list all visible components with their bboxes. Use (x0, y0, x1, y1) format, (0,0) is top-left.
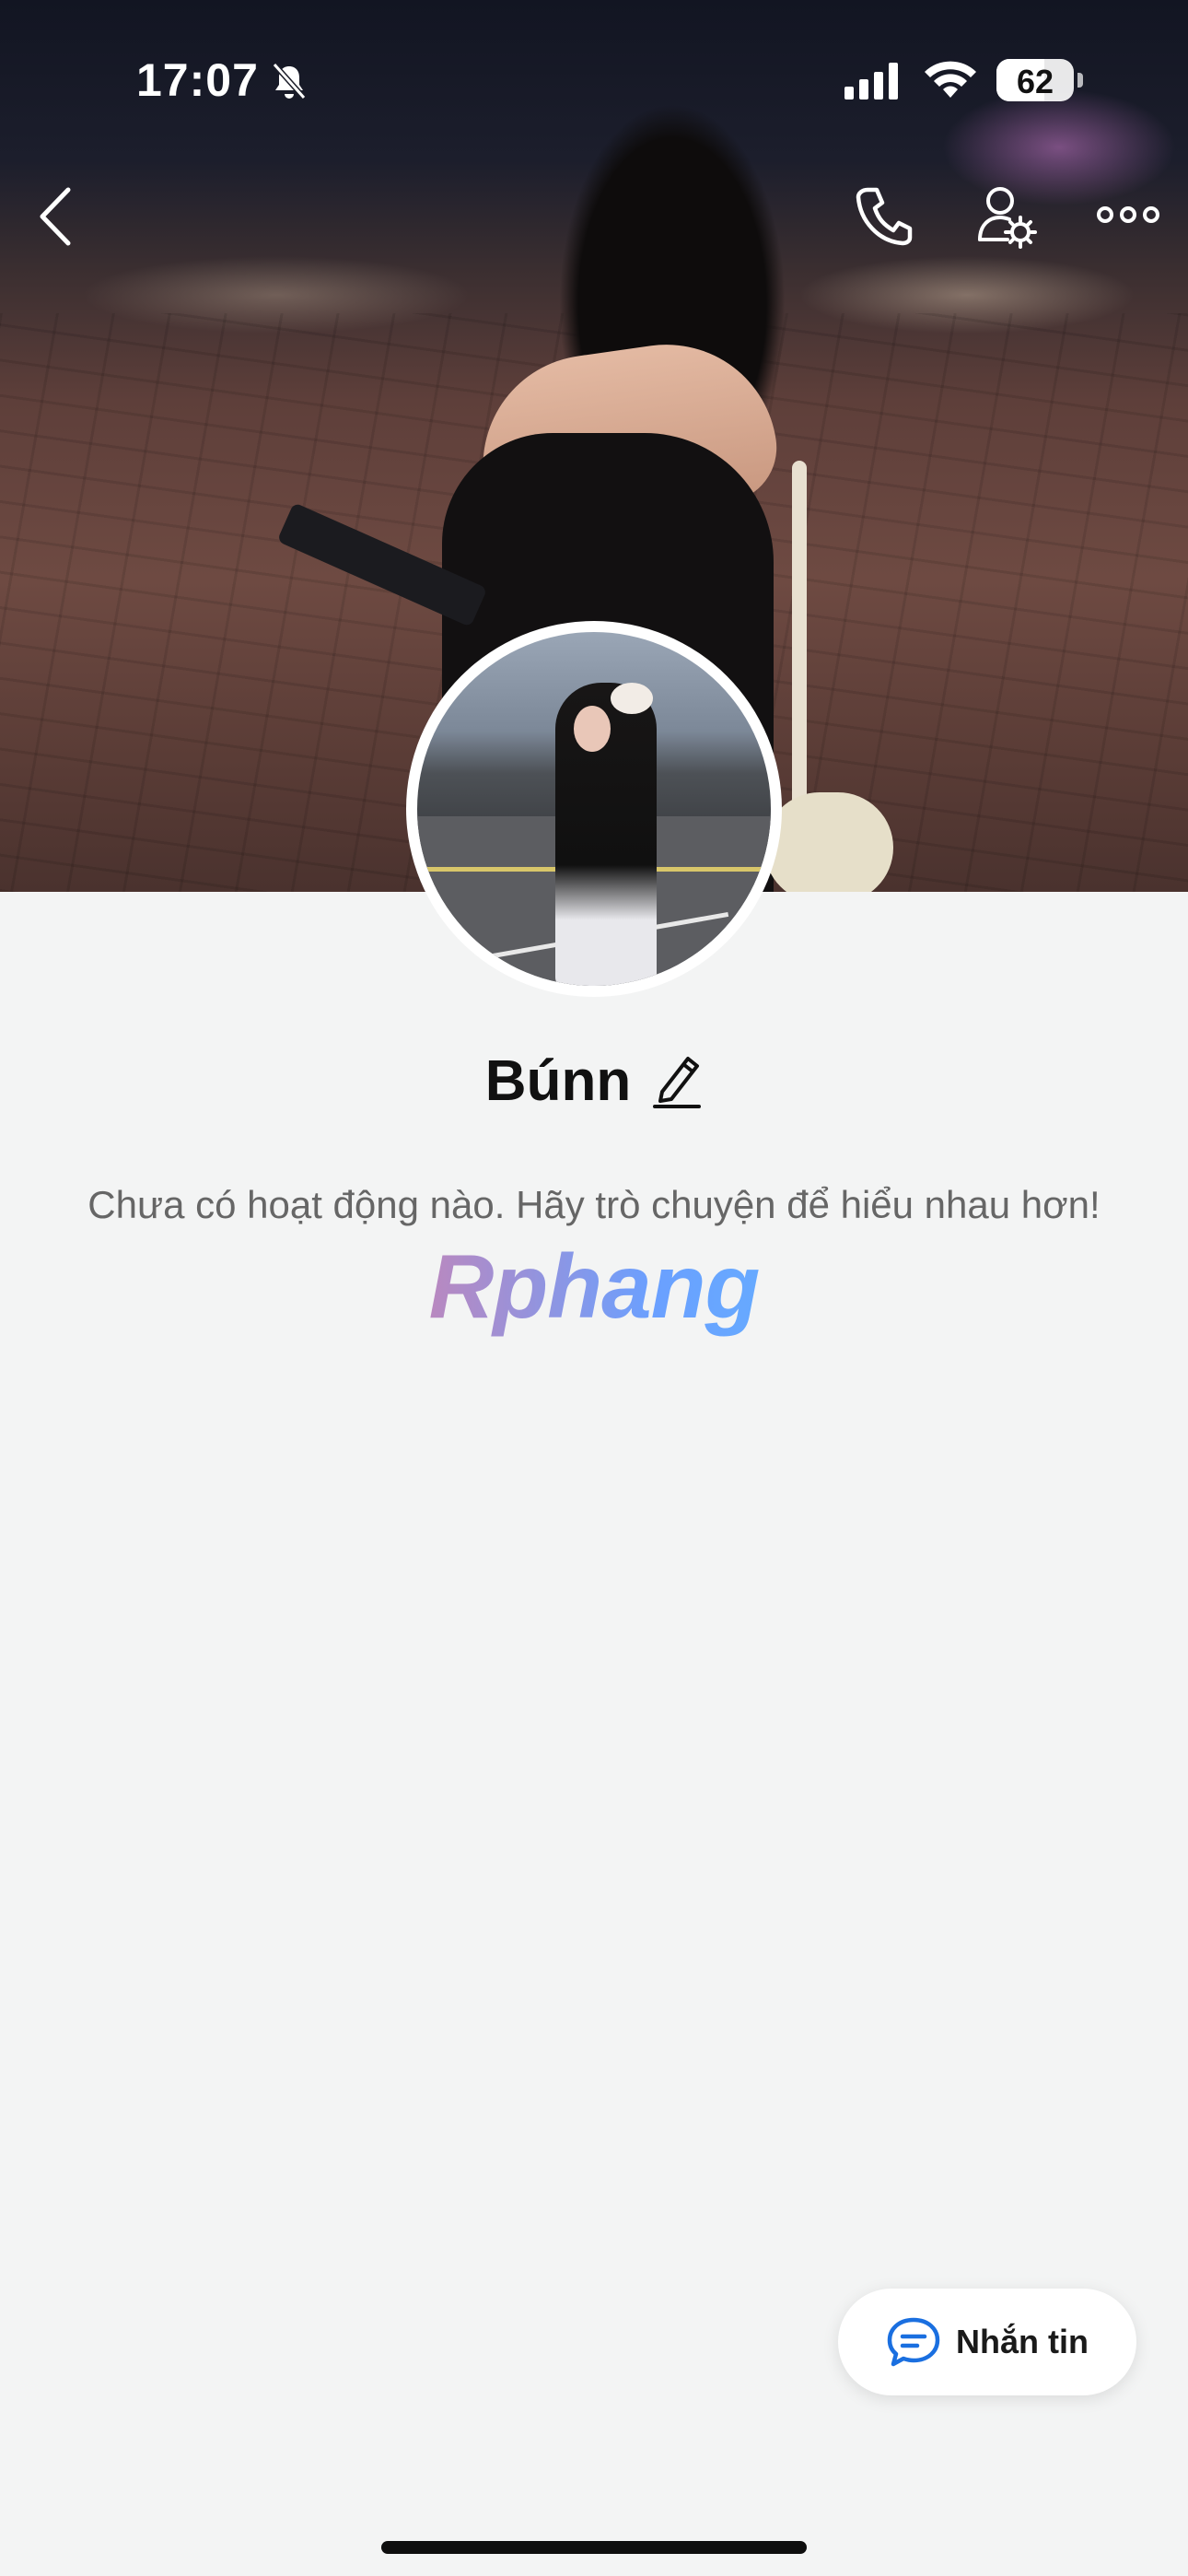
wifi-icon (925, 61, 976, 98)
battery-level-label: 62 (1016, 63, 1054, 100)
empty-activity-message: Chưa có hoạt động nào. Hãy trò chuyện để… (87, 1183, 1101, 1226)
status-time: 17:07 (136, 54, 259, 106)
avatar-hair-bow (611, 683, 653, 714)
message-button-label: Nhắn tin (956, 2323, 1089, 2360)
phone-icon[interactable] (855, 184, 914, 247)
battery-icon: 62 (996, 59, 1074, 101)
battery-nub (1077, 73, 1083, 88)
back-button[interactable] (37, 184, 74, 249)
cover-bag-strap (792, 461, 807, 811)
pencil-icon[interactable] (651, 1051, 703, 1110)
signal-icon (844, 63, 898, 100)
avatar-photo (417, 632, 771, 986)
profile-name: Búnn (484, 1048, 632, 1113)
more-horizontal-icon[interactable] (1096, 201, 1160, 228)
avatar-face (574, 706, 611, 752)
bell-off-icon (272, 63, 307, 100)
avatar[interactable] (406, 621, 782, 997)
chat-bubble-icon (887, 2317, 940, 2367)
user-settings-icon[interactable] (976, 184, 1037, 249)
home-indicator[interactable] (381, 2541, 807, 2554)
profile-name-row: Búnn (0, 1039, 1188, 1122)
watermark-logo: Rphang (0, 1235, 1188, 1339)
status-bar: 17:07 62 (0, 0, 1188, 157)
message-button[interactable]: Nhắn tin (838, 2289, 1136, 2395)
cover-bag (764, 792, 893, 892)
